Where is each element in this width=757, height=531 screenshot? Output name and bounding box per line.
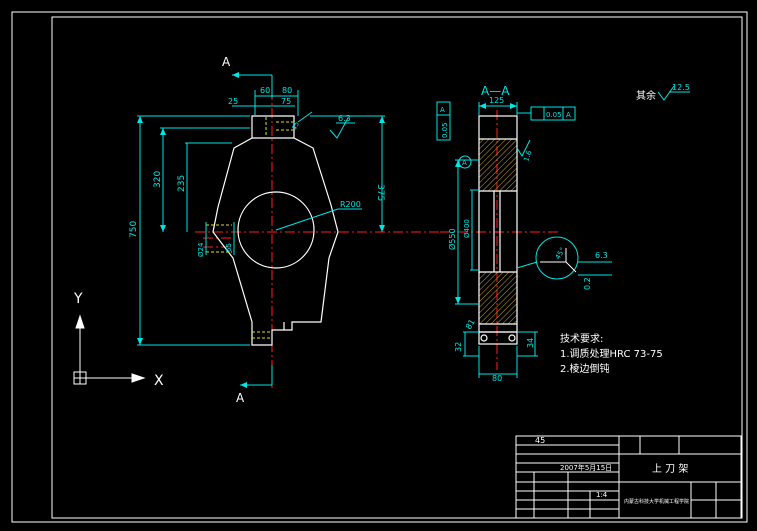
dim-phi550: Ø550 bbox=[447, 228, 457, 250]
tech-item-1: 1.调质处理HRC 73-75 bbox=[560, 348, 663, 360]
dim-34: 34 bbox=[526, 338, 535, 348]
dim-320: 320 bbox=[153, 171, 163, 188]
section-mark-bottom: A bbox=[236, 391, 245, 405]
dim-25: 25 bbox=[228, 97, 238, 106]
dim-phi400: Ø400 bbox=[463, 219, 471, 238]
datum-label: A bbox=[462, 159, 467, 167]
tb-scale: 1:4 bbox=[596, 491, 608, 499]
ucs-y-label: Y bbox=[73, 291, 83, 307]
dim-80-bottom: 80 bbox=[492, 374, 502, 383]
dim-125: 125 bbox=[489, 96, 504, 105]
dim-r200: R200 bbox=[340, 200, 361, 209]
other-roughness-value: 12.5 bbox=[672, 83, 690, 92]
tb-material: 45 bbox=[535, 436, 545, 445]
canvas-background bbox=[0, 0, 757, 531]
dim-32: 32 bbox=[454, 342, 463, 352]
tol-par-datum: A bbox=[566, 111, 571, 119]
dim-65: 65 bbox=[225, 243, 233, 252]
dim-375: 375 bbox=[375, 184, 385, 201]
section-mark-top: A bbox=[222, 55, 231, 69]
dim-80: 80 bbox=[282, 86, 292, 95]
detail-dim2: 0.2 bbox=[583, 277, 592, 290]
dim-75: 75 bbox=[281, 97, 291, 106]
hatch-upper bbox=[479, 139, 517, 191]
drawing-canvas[interactable]: A A 60 80 25 75 45 6.3 375 320 235 750 R… bbox=[0, 0, 757, 531]
dim-750: 750 bbox=[129, 221, 139, 238]
tech-item-2: 2.棱边倒钝 bbox=[560, 362, 610, 375]
detail-dim: 6.3 bbox=[595, 251, 608, 260]
dim-phi24: Ø24 bbox=[197, 242, 205, 257]
tb-company: 内蒙古科技大学机械工程学院 bbox=[624, 498, 689, 505]
dim-235: 235 bbox=[177, 175, 187, 192]
dim-60: 60 bbox=[260, 86, 270, 95]
roughness-front: 6.3 bbox=[338, 114, 351, 123]
tb-date-code: 2007年5月15日 bbox=[560, 463, 612, 472]
tb-part-name: 上 刀 架 bbox=[652, 463, 688, 475]
hatch-lower bbox=[479, 272, 517, 324]
tol-par-value: 0.05 bbox=[546, 111, 562, 119]
tol-flat-datum: A bbox=[440, 106, 445, 114]
tol-flat-value: 0.05 bbox=[441, 122, 449, 138]
ucs-x-label: X bbox=[154, 373, 164, 389]
other-roughness-label: 其余 bbox=[636, 89, 656, 102]
tech-title: 技术要求: bbox=[560, 332, 603, 345]
